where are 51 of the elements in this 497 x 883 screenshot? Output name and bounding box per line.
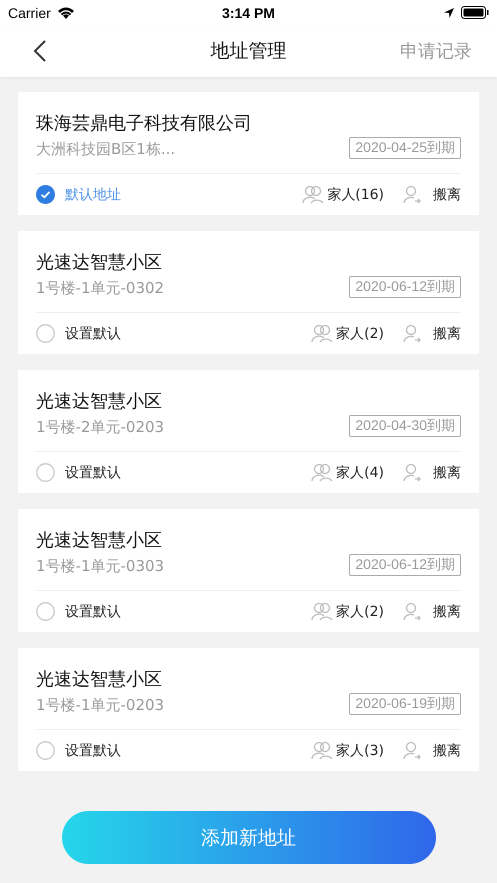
move-out-button[interactable]: 搬离	[402, 741, 461, 760]
battery-icon	[461, 6, 489, 19]
family-button[interactable]: 家人(3)	[311, 741, 384, 760]
location-icon	[443, 6, 455, 18]
person-arrow-icon	[402, 324, 422, 343]
family-button[interactable]: 家人(4)	[311, 463, 384, 482]
people-icon	[311, 324, 334, 343]
move-out-button[interactable]: 搬离	[402, 602, 461, 621]
person-arrow-icon	[402, 602, 422, 621]
address-detail: 1号楼-1单元-0303	[36, 557, 164, 576]
radio-icon	[36, 602, 55, 621]
default-radio[interactable]: 设置默认	[36, 741, 121, 760]
expiry-badge: 2020-04-25到期	[349, 137, 461, 159]
family-button[interactable]: 家人(2)	[311, 602, 384, 621]
person-arrow-icon	[402, 741, 422, 760]
expiry-badge: 2020-06-19到期	[349, 693, 461, 715]
check-icon	[36, 185, 55, 204]
default-radio[interactable]: 设置默认	[36, 324, 121, 343]
address-name: 光速达智慧小区	[36, 529, 163, 552]
page-title: 地址管理	[210, 39, 286, 64]
radio-icon	[36, 741, 55, 760]
address-name: 光速达智慧小区	[36, 390, 163, 413]
move-out-button[interactable]: 搬离	[402, 463, 461, 482]
address-name: 光速达智慧小区	[36, 668, 163, 691]
family-button[interactable]: 家人(16)	[302, 185, 384, 204]
expiry-badge: 2020-06-12到期	[349, 276, 461, 298]
move-out-button[interactable]: 搬离	[402, 324, 461, 343]
family-button[interactable]: 家人(2)	[311, 324, 384, 343]
person-arrow-icon	[402, 185, 422, 204]
address-detail: 1号楼-1单元-0203	[36, 696, 164, 715]
people-icon	[311, 463, 334, 482]
address-detail: 大洲科技园B区1栋...	[36, 140, 176, 159]
address-name: 光速达智慧小区	[36, 251, 163, 274]
carrier-label: Carrier	[8, 4, 51, 20]
back-icon[interactable]	[33, 39, 47, 63]
address-detail: 1号楼-2单元-0203	[36, 418, 164, 437]
wifi-icon	[56, 6, 75, 19]
address-name: 珠海芸鼎电子科技有限公司	[36, 112, 252, 135]
expiry-badge: 2020-06-12到期	[349, 554, 461, 576]
radio-icon	[36, 324, 55, 343]
move-out-button[interactable]: 搬离	[402, 185, 461, 204]
people-icon	[311, 741, 334, 760]
expiry-badge: 2020-04-30到期	[349, 415, 461, 437]
default-radio[interactable]: 设置默认	[36, 463, 121, 482]
address-detail: 1号楼-1单元-0302	[36, 279, 164, 298]
people-icon	[302, 185, 324, 204]
default-radio[interactable]: 设置默认	[36, 602, 121, 621]
radio-icon	[36, 463, 55, 482]
status-time: 3:14 PM	[222, 4, 275, 20]
person-arrow-icon	[402, 463, 422, 482]
people-icon	[311, 602, 334, 621]
